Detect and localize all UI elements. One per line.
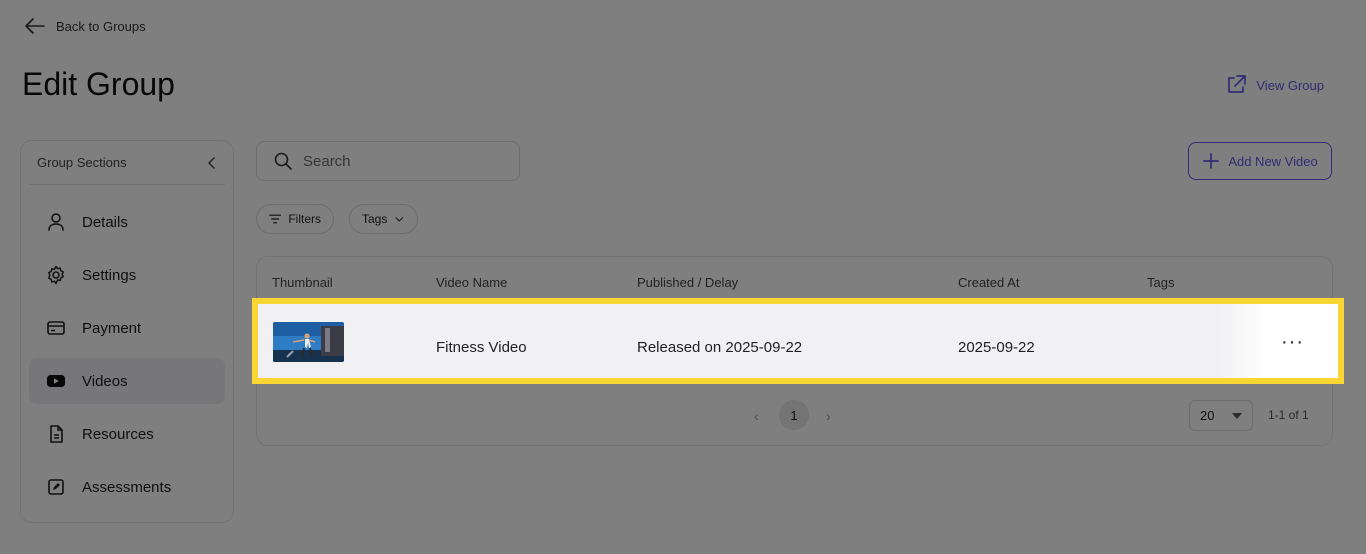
- gear-icon: [48, 265, 64, 285]
- pagination-range: 1-1 of 1: [1268, 408, 1309, 422]
- tags-label: Tags: [362, 212, 388, 226]
- back-to-groups-link[interactable]: Back to Groups: [24, 16, 146, 36]
- video-name-cell: Fitness Video: [436, 339, 527, 356]
- caret-down-icon: [1232, 412, 1242, 419]
- published-cell: Released on 2025-09-22: [637, 339, 803, 356]
- sidebar-item-settings[interactable]: Settings: [29, 252, 225, 298]
- sidebar-item-label: Details: [82, 213, 128, 231]
- sidebar-item-resources[interactable]: Resources: [29, 411, 225, 457]
- sidebar-item-label: Assessments: [82, 478, 172, 496]
- row-actions-fade: [1218, 304, 1338, 378]
- filters-label: Filters: [288, 212, 321, 226]
- created-at-cell: 2025-09-22: [958, 339, 1035, 356]
- table-row[interactable]: Fitness Video Released on 2025-09-22 202…: [252, 298, 1344, 384]
- add-video-label: Add New Video: [1228, 153, 1318, 169]
- search-input[interactable]: [303, 152, 503, 170]
- filters-button[interactable]: Filters: [256, 204, 334, 234]
- sidebar-item-label: Payment: [82, 319, 142, 337]
- column-header-tags: Tags: [1147, 275, 1175, 290]
- group-sections-sidebar: Group Sections Details Settings Payment …: [20, 140, 234, 523]
- sidebar-item-label: Videos: [82, 372, 128, 390]
- pagination-page-1[interactable]: 1: [779, 400, 809, 430]
- chevron-down-icon: [395, 217, 404, 222]
- column-header-published: Published / Delay: [637, 275, 739, 290]
- video-thumbnail[interactable]: [273, 322, 344, 362]
- filter-icon: [269, 214, 282, 224]
- page-title: Edit Group: [22, 66, 175, 102]
- sidebar-item-label: Settings: [82, 266, 137, 284]
- user-icon: [48, 213, 64, 231]
- column-header-created-at: Created At: [958, 275, 1020, 290]
- back-link-label: Back to Groups: [56, 18, 146, 34]
- search-box: [256, 141, 520, 181]
- sidebar-item-label: Resources: [82, 425, 154, 443]
- pagination-prev-button[interactable]: ‹: [754, 408, 759, 424]
- arrow-left-icon: [25, 18, 45, 34]
- youtube-icon: [47, 375, 65, 387]
- tags-dropdown[interactable]: Tags: [349, 204, 418, 234]
- pagination-next-button[interactable]: ›: [826, 408, 831, 424]
- plus-icon: [1203, 153, 1220, 169]
- sidebar-title: Group Sections: [37, 155, 127, 170]
- sidebar-item-videos[interactable]: Videos: [29, 358, 225, 404]
- view-group-label: View Group: [1256, 77, 1324, 93]
- sidebar-item-payment[interactable]: Payment: [29, 305, 225, 351]
- column-header-video-name: Video Name: [436, 275, 508, 290]
- sidebar-item-assessments[interactable]: Assessments: [29, 464, 225, 510]
- video-thumbnail-image: [273, 322, 344, 362]
- sidebar-item-details[interactable]: Details: [29, 199, 225, 245]
- more-actions-icon[interactable]: ···: [1281, 332, 1304, 352]
- external-link-icon: [1228, 75, 1247, 93]
- document-icon: [50, 425, 63, 443]
- page-size-value: 20: [1200, 408, 1215, 423]
- column-header-thumbnail: Thumbnail: [272, 275, 333, 290]
- edit-square-icon: [48, 479, 64, 495]
- chevron-left-icon[interactable]: [205, 156, 219, 170]
- view-group-link[interactable]: View Group: [1225, 74, 1324, 96]
- card-icon: [47, 321, 65, 335]
- sidebar-header: Group Sections: [29, 141, 225, 185]
- search-icon: [274, 152, 292, 170]
- add-new-video-button[interactable]: Add New Video: [1188, 142, 1332, 180]
- page-size-select[interactable]: 20: [1189, 400, 1253, 431]
